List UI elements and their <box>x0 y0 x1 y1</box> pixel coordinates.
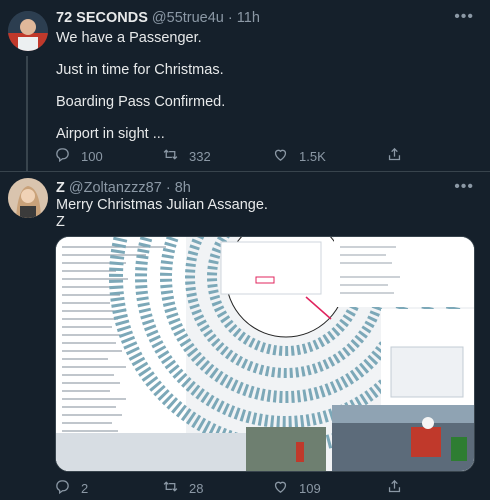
display-name[interactable]: Z <box>56 180 65 196</box>
display-name[interactable]: 72 SECONDS <box>56 10 148 26</box>
like-button[interactable]: 1.5K <box>272 146 326 166</box>
separator: · <box>165 180 171 196</box>
like-button[interactable]: 109 <box>272 478 321 498</box>
retweet-icon <box>162 478 179 498</box>
tweet-text-line: Just in time for Christmas. <box>56 62 224 78</box>
reply-icon <box>54 146 71 166</box>
share-icon <box>386 478 403 498</box>
like-count: 1.5K <box>299 148 326 164</box>
avatar[interactable] <box>8 11 48 51</box>
share-icon <box>386 146 403 166</box>
thread-line <box>26 56 28 172</box>
media-collage <box>56 237 474 471</box>
share-button[interactable] <box>386 478 403 498</box>
tweet-text-line: Merry Christmas Julian Assange. <box>56 197 268 213</box>
share-button[interactable] <box>386 146 403 166</box>
avatar-image <box>8 11 48 51</box>
reply-button[interactable]: 2 <box>54 478 88 498</box>
tweet-72-seconds[interactable]: 72 SECONDS @55true4u · 11h ••• We have a… <box>0 0 490 172</box>
heart-icon <box>272 146 289 166</box>
retweet-button[interactable]: 332 <box>162 146 211 166</box>
tweet-text-line: We have a Passenger. <box>56 30 202 46</box>
handle[interactable]: @Zoltanzzz87 <box>69 180 162 196</box>
reply-count: 2 <box>81 480 89 496</box>
tweet-text-line: Airport in sight ... <box>56 126 165 142</box>
heart-icon <box>272 478 289 498</box>
reply-count: 100 <box>81 148 103 164</box>
retweet-count: 332 <box>189 148 211 164</box>
tweet-actions: 100 332 1.5K <box>48 146 448 166</box>
tweet-header: 72 SECONDS @55true4u · 11h <box>56 10 260 26</box>
timestamp[interactable]: 8h <box>175 180 191 196</box>
more-options-icon[interactable]: ••• <box>454 8 474 26</box>
like-count: 109 <box>299 480 321 496</box>
reply-button[interactable]: 100 <box>54 146 103 166</box>
tweet-actions: 2 28 109 <box>48 478 448 498</box>
more-options-icon[interactable]: ••• <box>454 178 474 196</box>
avatar-image <box>8 178 48 218</box>
tweet-text-line: Z <box>56 214 65 230</box>
retweet-icon <box>162 146 179 166</box>
retweet-count: 28 <box>189 480 204 496</box>
handle[interactable]: @55true4u <box>152 10 224 26</box>
retweet-button[interactable]: 28 <box>162 478 203 498</box>
tweet-text-line: Boarding Pass Confirmed. <box>56 94 226 110</box>
tweet-header: Z @Zoltanzzz87 · 8h <box>56 180 191 196</box>
timestamp[interactable]: 11h <box>237 10 260 26</box>
separator: · <box>227 10 233 26</box>
tweet-media-image[interactable] <box>55 236 475 472</box>
avatar[interactable] <box>8 178 48 218</box>
reply-icon <box>54 478 71 498</box>
